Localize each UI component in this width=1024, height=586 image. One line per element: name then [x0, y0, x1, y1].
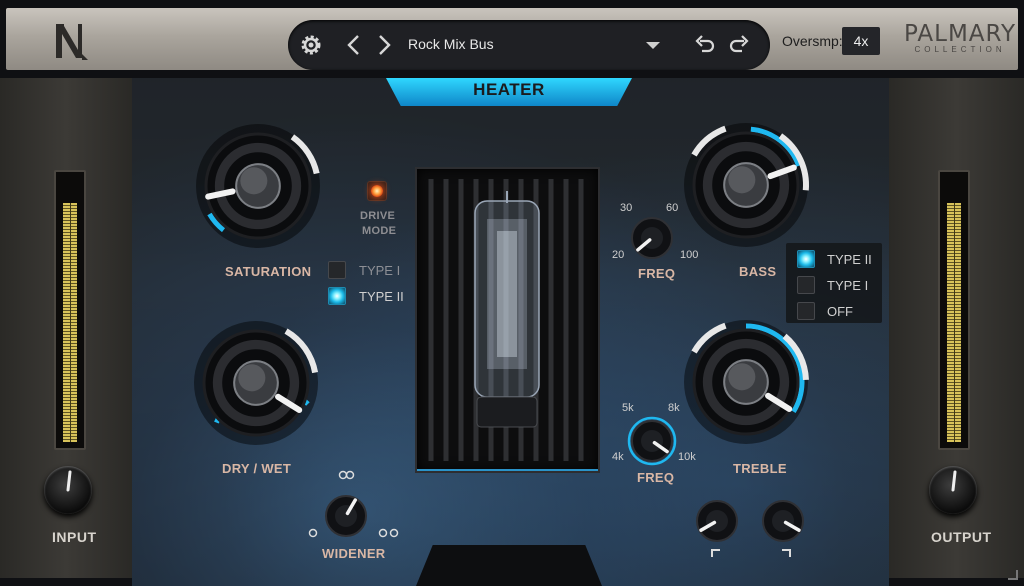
output-meter [938, 170, 970, 450]
bass-type-2-label: TYPE II [827, 252, 872, 267]
input-meter [54, 170, 86, 450]
drive-mode-led[interactable] [367, 181, 387, 201]
bottom-notch [416, 545, 602, 586]
input-knob-pointer-icon [66, 470, 72, 492]
vacuum-tube-icon [428, 179, 584, 461]
saturation-type-1-label: TYPE I [359, 263, 401, 278]
bass-type-2-checkbox[interactable] [797, 250, 815, 268]
input-knob[interactable] [44, 466, 92, 514]
widener-label: WIDENER [322, 546, 386, 561]
bottom-knob-brackets-icon [711, 549, 791, 557]
bass-label: BASS [739, 264, 777, 279]
bass-freq-tick-60: 60 [666, 202, 679, 214]
bottom-left-knob[interactable] [694, 498, 740, 544]
widener-knob[interactable] [322, 492, 370, 540]
bass-freq-tick-30: 30 [620, 202, 633, 214]
brand-line-2: COLLECTION [914, 45, 1006, 54]
output-meter-fill [947, 202, 961, 443]
output-panel: OUTPUT [889, 78, 1024, 578]
saturation-type-1-checkbox[interactable] [328, 261, 346, 279]
output-knob[interactable] [929, 466, 977, 514]
treble-freq-tick-8k: 8k [668, 402, 680, 414]
tube-glow-line [417, 469, 598, 471]
bass-off-label: OFF [827, 304, 853, 319]
brand-line-1: PALMARY [904, 21, 1017, 47]
treble-freq-label: FREQ [637, 470, 675, 485]
oversampling-label: Oversmp: [782, 33, 843, 49]
bass-type-1-label: TYPE I [827, 278, 869, 293]
treble-knob[interactable] [688, 320, 808, 440]
undo-icon[interactable] [694, 35, 716, 55]
bass-freq-label: FREQ [638, 266, 676, 281]
preset-bar: Rock Mix Bus [288, 20, 770, 70]
preset-dropdown-icon[interactable] [646, 42, 660, 49]
input-panel: INPUT [0, 78, 132, 578]
bass-freq-tick-20: 20 [612, 249, 625, 261]
next-preset-icon[interactable] [374, 33, 394, 57]
preset-name[interactable]: Rock Mix Bus [408, 36, 494, 52]
bottom-right-knob[interactable] [760, 498, 806, 544]
previous-preset-icon[interactable] [344, 33, 364, 57]
dry-wet-label: DRY / WET [222, 461, 292, 476]
saturation-type-2-label: TYPE II [359, 289, 404, 304]
drive-mode-label-2: MODE [362, 225, 397, 237]
resize-handle-icon[interactable] [1008, 570, 1018, 580]
output-label: OUTPUT [931, 529, 992, 545]
stereo-icon [378, 528, 399, 538]
saturation-knob[interactable] [196, 126, 326, 246]
treble-freq-tick-5k: 5k [622, 402, 634, 414]
mono-icon [308, 528, 318, 538]
treble-freq-knob[interactable] [628, 418, 674, 464]
stereo-wide-icon [338, 470, 355, 480]
treble-freq-tick-4k: 4k [612, 451, 624, 463]
input-label: INPUT [52, 529, 97, 545]
treble-label: TREBLE [733, 461, 787, 476]
brand-logo-icon [56, 24, 88, 60]
output-knob-pointer-icon [951, 470, 957, 492]
input-meter-fill [63, 202, 77, 443]
tube-display [415, 167, 600, 473]
gear-icon[interactable] [298, 32, 324, 58]
saturation-type-2-checkbox[interactable] [328, 287, 346, 305]
treble-freq-tick-10k: 10k [678, 451, 696, 463]
dry-wet-knob[interactable] [194, 320, 324, 450]
saturation-label: SATURATION [225, 264, 312, 279]
bass-off-checkbox[interactable] [797, 302, 815, 320]
bass-freq-knob[interactable] [628, 214, 674, 260]
bass-knob[interactable] [688, 124, 808, 244]
drive-mode-label-1: DRIVE [360, 210, 396, 222]
redo-icon[interactable] [728, 35, 750, 55]
bass-type-1-checkbox[interactable] [797, 276, 815, 294]
oversampling-select[interactable]: 4x [842, 27, 880, 55]
plugin-title: HEATER [473, 80, 545, 99]
bass-freq-tick-100: 100 [680, 249, 699, 261]
brand-wordmark: PALMARY COLLECTION [904, 22, 1016, 54]
